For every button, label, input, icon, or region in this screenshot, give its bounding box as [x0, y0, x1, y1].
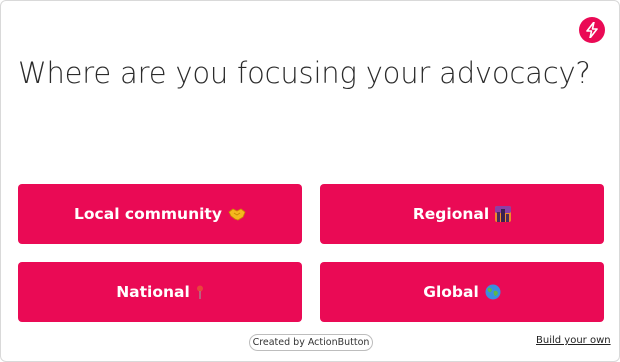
option-global-button[interactable]: Global	[320, 262, 604, 322]
option-label: Local community	[74, 205, 222, 223]
pin-emoji-icon	[196, 285, 204, 299]
created-by-badge[interactable]: Created by ActionButton	[249, 334, 373, 351]
lightning-bolt-icon	[579, 17, 605, 43]
widget-card: Where are you focusing your advocacy? Lo…	[0, 0, 620, 362]
option-regional-button[interactable]: Regional	[320, 184, 604, 244]
globe-emoji-icon	[485, 284, 501, 300]
handshake-emoji-icon	[228, 207, 246, 221]
question-title: Where are you focusing your advocacy?	[18, 56, 591, 90]
build-your-own-link[interactable]: Build your own	[536, 335, 611, 346]
option-local-community-button[interactable]: Local community	[18, 184, 302, 244]
option-label: Global	[423, 283, 479, 301]
option-national-button[interactable]: National	[18, 262, 302, 322]
option-label: National	[116, 283, 190, 301]
city-dusk-emoji-icon	[495, 206, 512, 222]
option-label: Regional	[412, 205, 490, 223]
